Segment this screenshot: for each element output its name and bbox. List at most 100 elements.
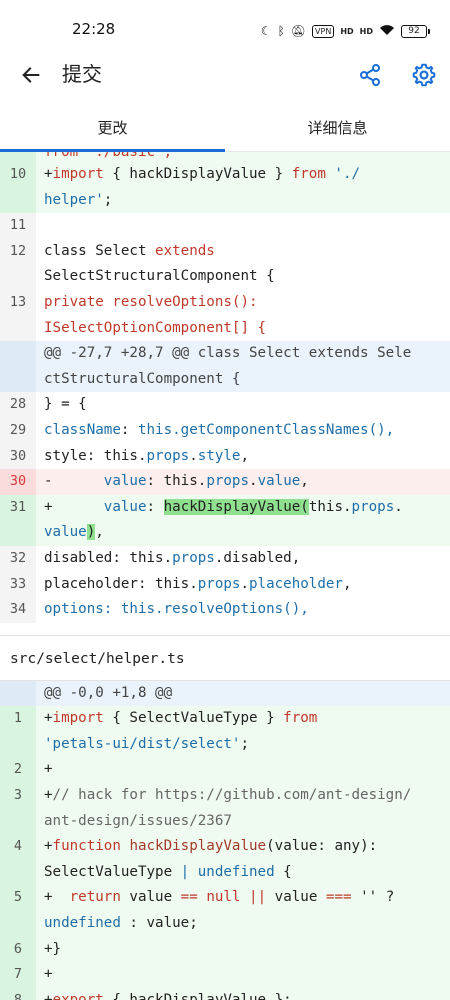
diff-row: 8 +export { hackDisplayValue }; (0, 987, 450, 1000)
line-number: 2 (0, 757, 36, 784)
signal-icon: HD (340, 26, 354, 36)
diff-view[interactable]: from './basic'; 10 +import { hackDisplayV… (0, 152, 450, 1000)
battery-level: 92 (401, 24, 427, 38)
diff-code: +import { hackDisplayValue } from './ hel… (36, 162, 450, 214)
line-number: 28 (0, 392, 36, 418)
signal-icon-2: HD (359, 26, 373, 36)
diff-line: + (44, 966, 53, 983)
diff-code: } = { (36, 392, 450, 418)
diff-code: + (36, 757, 450, 784)
hunk-header: @@ -27,7 +28,7 @@ class Select extends S… (0, 341, 450, 393)
diff-row: 10 +import { hackDisplayValue } from './ h… (0, 162, 450, 214)
diff-code: private resolveOptions(): ISelectOptionCo… (36, 290, 450, 341)
diff-row: 7 + (0, 962, 450, 988)
line-number: 3 (0, 783, 36, 835)
line-number (0, 341, 36, 393)
diff-row: 32 disabled: this.props.disabled, (0, 545, 450, 572)
tab-bar: 更改 详细信息 (0, 108, 450, 152)
diff-line: - value: this.props.value, (44, 473, 309, 490)
diff-line: ISelectOptionComponent[] { (44, 319, 267, 336)
diff-line: ctStructuralComponent { (44, 370, 241, 387)
diff-code: placeholder: this.props.placeholder, (36, 572, 450, 598)
diff-row: 13 private resolveOptions(): ISelectOption… (0, 289, 450, 342)
bluetooth-icon: ᛒ (277, 24, 285, 38)
diff-row: 1 +import { SelectValueType } from 'petals… (0, 706, 450, 758)
file-header[interactable]: src/select/helper.ts (0, 634, 450, 681)
share-button[interactable] (354, 59, 386, 91)
diff-line: + return value == null || value === '' ? (44, 889, 395, 906)
share-icon (360, 64, 380, 86)
line-number: 13 (0, 289, 36, 342)
diff-line: helper'; (44, 191, 113, 208)
diff-line: SelectStructuralComponent { (44, 268, 275, 285)
diff-row: 28 } = { (0, 392, 450, 418)
page-title: 提交 (62, 62, 102, 86)
diff-line: + value: hackDisplayValue(this.props. (44, 498, 403, 515)
line-number (0, 680, 36, 707)
line-number: 31 (0, 494, 36, 546)
diff-line: SelectValueType | undefined { (44, 863, 292, 880)
diff-line: +export { hackDisplayValue }; (44, 991, 292, 1000)
diff-line: @@ -0,0 +1,8 @@ (44, 684, 173, 701)
line-number: 30 (0, 443, 36, 470)
gear-icon (412, 63, 436, 87)
wifi-icon (379, 24, 395, 38)
diff-line (44, 213, 446, 239)
diff-line: +// hack for https://github.com/ant-desi… (44, 787, 412, 804)
diff-code (36, 213, 450, 239)
diff-line: value), (44, 524, 104, 541)
line-number: 1 (0, 706, 36, 758)
vpn-icon: VPN (312, 24, 335, 38)
diff-line: +import { SelectValueType } from (44, 710, 318, 727)
tab-details[interactable]: 详细信息 (225, 108, 450, 151)
settings-button[interactable] (408, 59, 440, 91)
diff-block-helper: @@ -0,0 +1,8 @@ 1 +import { SelectValueTyp… (0, 680, 450, 1000)
battery-icon: 92 (401, 24, 430, 38)
line-number: 4 (0, 834, 36, 886)
diff-row: 11 (0, 213, 450, 239)
diff-row: 33 placeholder: this.props.placeholder, (0, 571, 450, 598)
diff-row: 34 options: this.resolveOptions(), (0, 597, 450, 623)
diff-row: 12 class Select extends SelectStructuralCo… (0, 238, 450, 290)
line-number: 10 (0, 162, 36, 214)
diff-line: placeholder: this.props.placeholder, (44, 575, 352, 592)
hunk-header: @@ -0,0 +1,8 @@ (0, 680, 450, 707)
diff-code: options: this.resolveOptions(), (36, 597, 450, 623)
diff-line: class Select extends (44, 242, 215, 259)
line-number: 8 (0, 987, 36, 1000)
mute-icon: 🔕︎ (290, 24, 307, 38)
app-bar: 提交 (0, 50, 450, 100)
diff-code: class Select extends SelectStructuralComp… (36, 239, 450, 290)
line-number: 12 (0, 238, 36, 290)
diff-row: 2 + (0, 757, 450, 784)
diff-code: + (36, 962, 450, 988)
diff-line: undefined : value; (44, 915, 198, 932)
diff-code: +function hackDisplayValue(value: any): S… (36, 834, 450, 886)
diff-code: className: this.getComponentClassNames()… (36, 418, 450, 444)
line-number: 30 (0, 469, 36, 495)
diff-code: +// hack for https://github.com/ant-desi… (36, 783, 450, 835)
diff-block-select: 10 +import { hackDisplayValue } from './ h… (0, 162, 450, 623)
status-time: 22:28 (72, 20, 116, 38)
diff-line: style: this.props.style, (44, 447, 250, 464)
diff-row: 29 className: this.getComponentClassNames… (0, 417, 450, 444)
back-button[interactable] (16, 60, 46, 90)
moon-icon: ☾ (260, 24, 272, 38)
diff-line: 'petals-ui/dist/select'; (44, 735, 250, 752)
diff-line: +function hackDisplayValue(value: any): (44, 838, 378, 855)
diff-line: options: this.resolveOptions(), (44, 601, 309, 618)
diff-line: +import { hackDisplayValue } from './ (44, 166, 361, 182)
diff-code: style: this.props.style, (36, 444, 450, 470)
line-number: 32 (0, 545, 36, 572)
diff-line: + (44, 761, 53, 778)
arrow-left-icon (22, 67, 40, 83)
diff-line: } = { (44, 396, 87, 413)
tab-changes[interactable]: 更改 (0, 108, 225, 152)
diff-code: + value: hackDisplayValue(this.props. val… (36, 494, 450, 546)
status-icons: ☾ ᛒ 🔕︎ VPN HD HD 92 (261, 21, 430, 41)
diff-line: disabled: this.props.disabled, (44, 549, 301, 566)
diff-row: 31 + value: hackDisplayValue(this.props. v… (0, 494, 450, 546)
diff-code: + return value == null || value === '' ?… (36, 885, 450, 937)
line-number: 7 (0, 962, 36, 988)
diff-code: @@ -27,7 +28,7 @@ class Select extends S… (36, 341, 450, 393)
